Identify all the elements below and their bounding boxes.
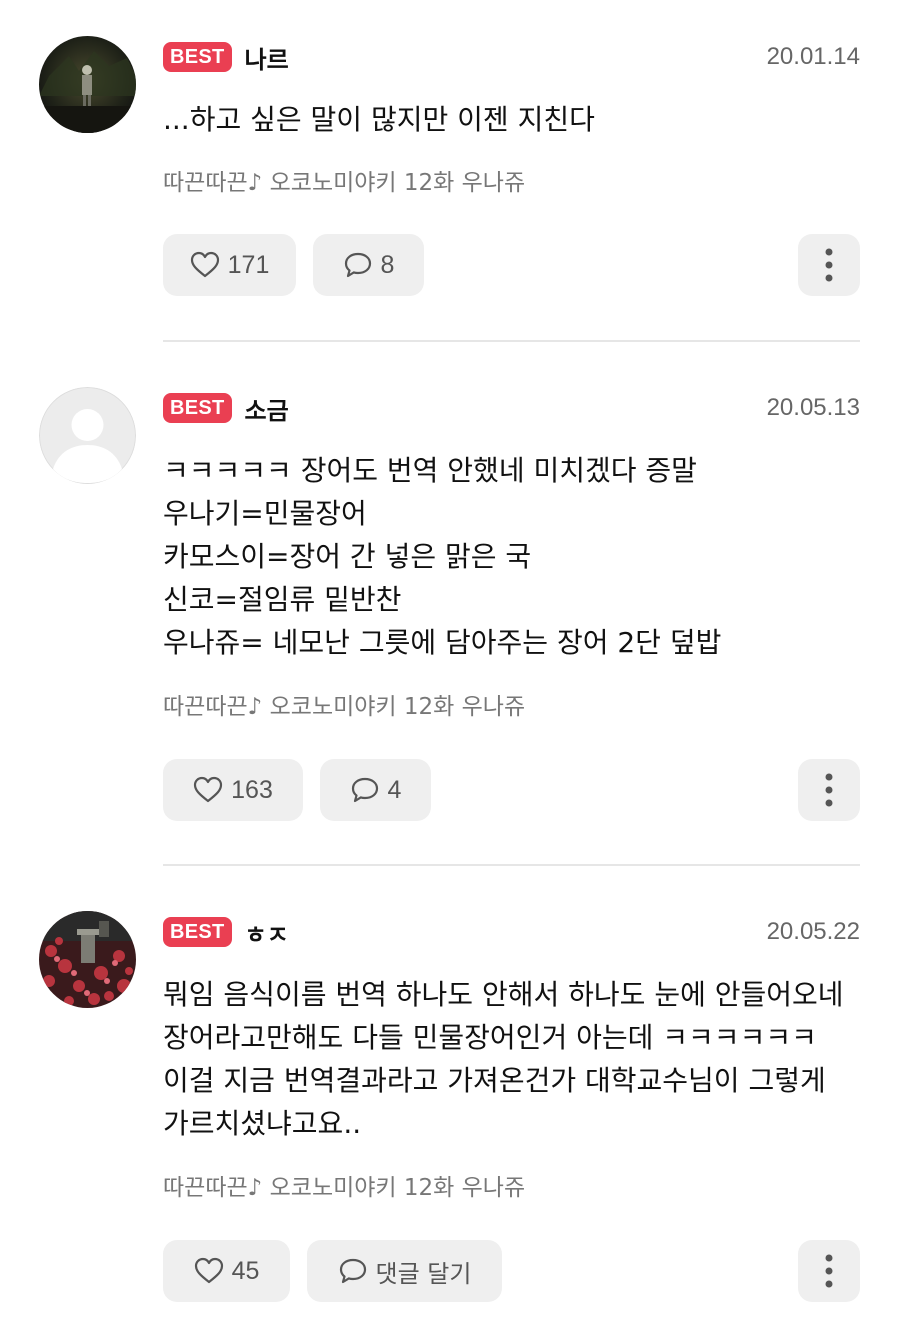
- avatar-photo-red-scene: [39, 911, 136, 1008]
- comment-line: 신코=절임류 밑반찬: [163, 583, 402, 616]
- avatar[interactable]: [39, 36, 136, 133]
- comment-line: 이걸 지금 번역결과라고 가져온건가 대학교수님이 그렇게: [163, 1064, 826, 1097]
- vertical-dots-icon: [825, 773, 833, 807]
- comment-header: BEST 나르: [163, 40, 289, 74]
- vertical-dots-icon: [825, 248, 833, 282]
- comment-date: 20.05.22: [766, 918, 860, 945]
- best-badge: BEST: [163, 917, 232, 947]
- episode-source[interactable]: 따끈따끈♪ 오코노미야키 12화 우나쥬: [163, 163, 525, 197]
- comment-line: 뭐임 음식이름 번역 하나도 안해서 하나도 눈에 안들어오네: [163, 978, 844, 1011]
- comment-line: ㅋㅋㅋㅋㅋ 장어도 번역 안했네 미치겠다 증말: [163, 454, 697, 487]
- comment-divider: [163, 864, 860, 866]
- avatar[interactable]: [39, 387, 136, 484]
- author-name[interactable]: 나르: [245, 40, 289, 75]
- comment-header: BEST 소금: [163, 391, 289, 425]
- like-button[interactable]: 45: [163, 1240, 290, 1302]
- reply-count: 4: [387, 775, 402, 804]
- default-profile-icon: [39, 387, 136, 484]
- vertical-dots-icon: [825, 1254, 833, 1288]
- reply-button[interactable]: 4: [320, 759, 431, 821]
- comment-line: 카모스이=장어 간 넣은 맑은 국: [163, 540, 532, 573]
- episode-source[interactable]: 따끈따끈♪ 오코노미야키 12화 우나쥬: [163, 1168, 525, 1202]
- write-reply-label: 댓글 달기: [375, 1259, 472, 1288]
- speech-bubble-icon: [344, 252, 371, 278]
- like-button[interactable]: 171: [163, 234, 296, 296]
- more-options-button[interactable]: [798, 234, 860, 296]
- more-options-button[interactable]: [798, 1240, 860, 1302]
- comment-divider: [163, 340, 860, 342]
- like-count: 163: [231, 775, 273, 804]
- comment-text: ...하고 싶은 말이 많지만 이젠 지친다: [163, 98, 873, 141]
- like-count: 45: [231, 1256, 260, 1285]
- write-reply-button[interactable]: 댓글 달기: [307, 1240, 502, 1302]
- speech-bubble-icon: [351, 777, 378, 803]
- comment-text: 뭐임 음식이름 번역 하나도 안해서 하나도 눈에 안들어오네 장어라고만해도 …: [163, 973, 873, 1145]
- more-options-button[interactable]: [798, 759, 860, 821]
- episode-source[interactable]: 따끈따끈♪ 오코노미야키 12화 우나쥬: [163, 687, 525, 721]
- like-count: 171: [227, 250, 270, 279]
- comment-date: 20.05.13: [766, 394, 860, 421]
- author-name[interactable]: 소금: [245, 391, 289, 426]
- heart-outline-icon: [194, 776, 223, 803]
- comment-line: ...하고 싶은 말이 많지만 이젠 지친다: [163, 103, 595, 136]
- comment-date: 20.01.14: [766, 43, 860, 70]
- comment-line: 우나쥬= 네모난 그릇에 담아주는 장어 2단 덮밥: [163, 626, 722, 659]
- comment-header: BEST ㅎㅈ: [163, 915, 289, 949]
- avatar[interactable]: [39, 911, 136, 1008]
- comment-line: 우나기=민물장어: [163, 497, 367, 530]
- speech-bubble-icon: [339, 1258, 366, 1284]
- author-name[interactable]: ㅎㅈ: [245, 915, 289, 950]
- reply-button[interactable]: 8: [313, 234, 424, 296]
- reply-count: 8: [380, 250, 395, 279]
- like-button[interactable]: 163: [163, 759, 303, 821]
- avatar-photo-dark-figure: [39, 36, 136, 133]
- comment-line: 장어라고만해도 다들 민물장어인거 아는데 ㅋㅋㅋㅋㅋㅋ: [163, 1021, 817, 1054]
- heart-outline-icon: [190, 251, 219, 278]
- comment-text: ㅋㅋㅋㅋㅋ 장어도 번역 안했네 미치겠다 증말 우나기=민물장어 카모스이=장…: [163, 449, 873, 664]
- comment-line: 가르치셨냐고요..: [163, 1107, 362, 1140]
- heart-outline-icon: [194, 1257, 223, 1284]
- best-badge: BEST: [163, 42, 232, 72]
- best-badge: BEST: [163, 393, 232, 423]
